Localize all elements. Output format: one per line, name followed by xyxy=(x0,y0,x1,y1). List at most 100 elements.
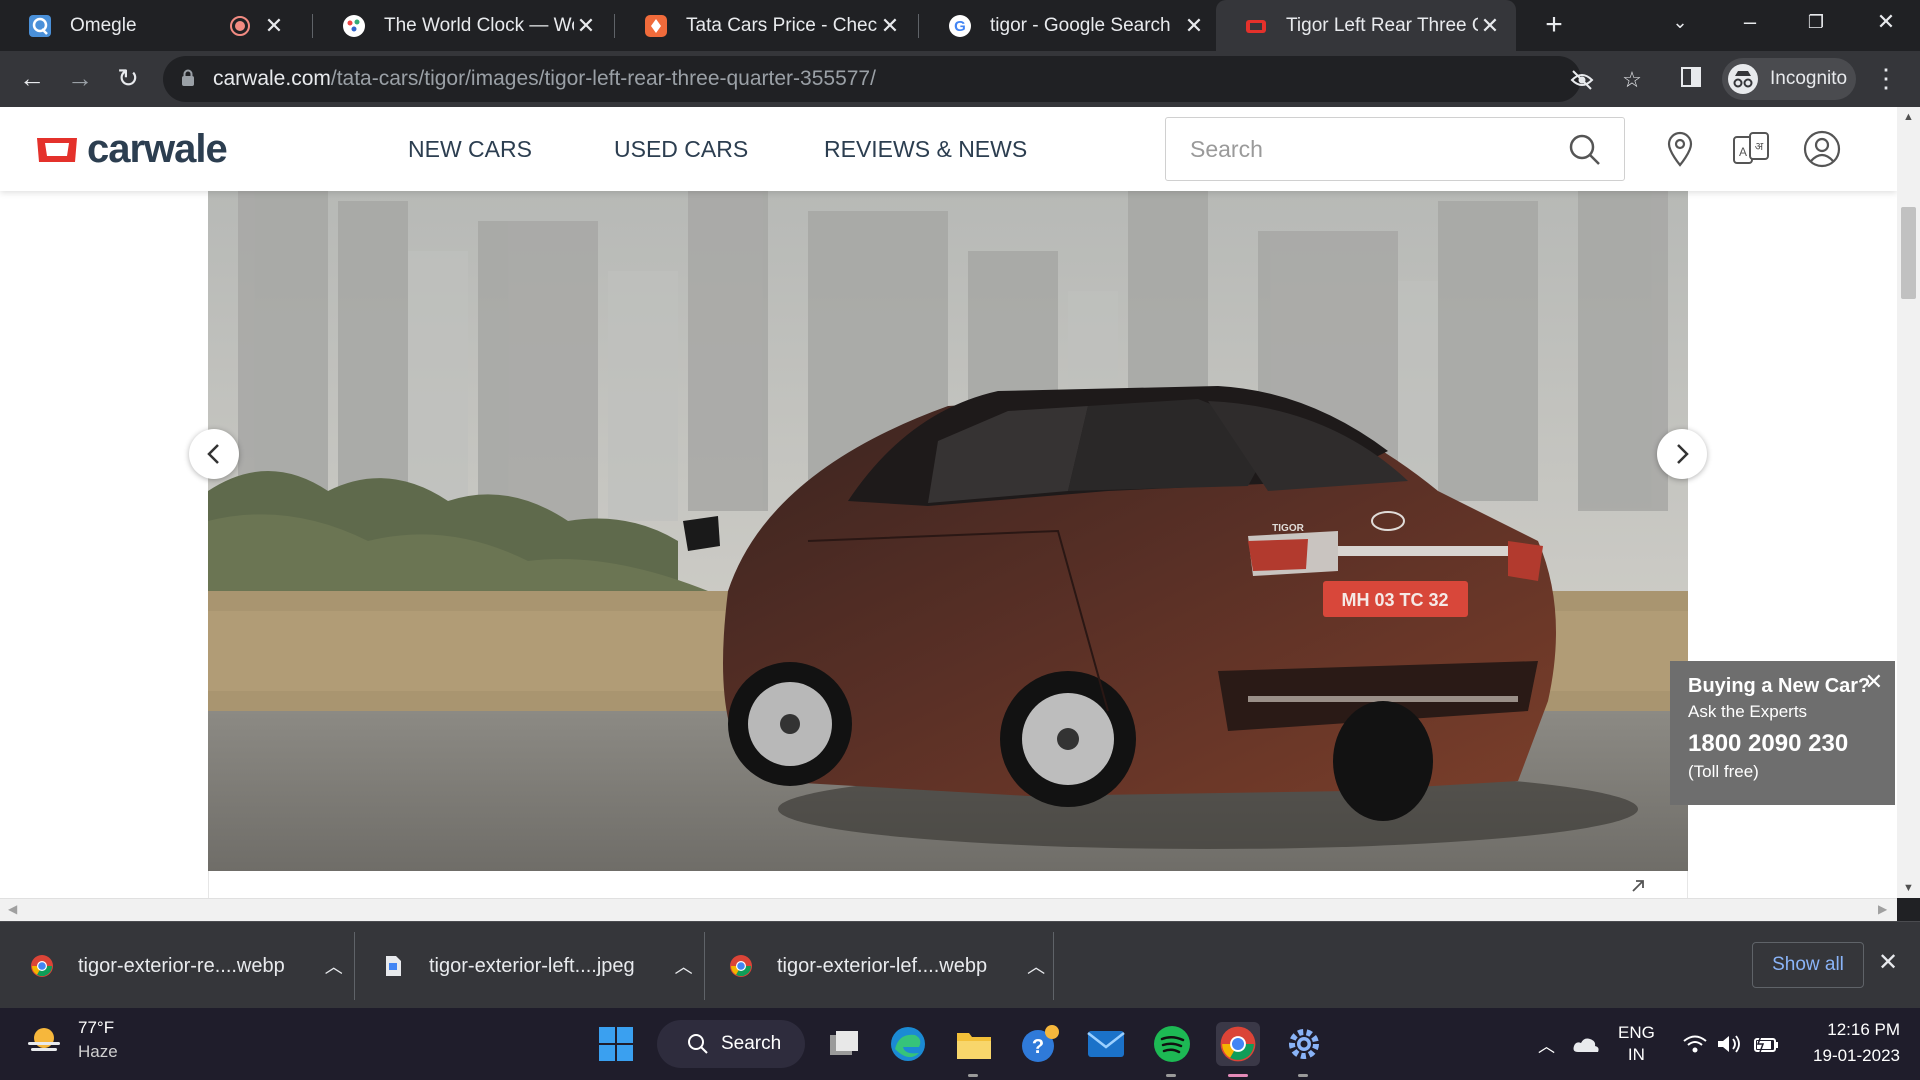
side-panel-icon[interactable] xyxy=(1678,66,1704,92)
tab-world-clock[interactable]: The World Clock — World ✕ xyxy=(314,0,612,51)
edge-browser-icon[interactable] xyxy=(886,1022,930,1066)
tab-title: The World Clock — World xyxy=(384,14,574,36)
active-app-indicator xyxy=(1228,1074,1248,1077)
onedrive-cloud-icon[interactable] xyxy=(1572,1008,1600,1080)
weather-widget[interactable]: 77°F Haze xyxy=(24,1018,118,1062)
windows-taskbar: 77°F Haze Search ? ︿ ENG IN 12:16 PM 19-… xyxy=(0,1008,1920,1080)
file-explorer-icon[interactable] xyxy=(952,1022,996,1066)
next-image-button[interactable] xyxy=(1657,429,1707,479)
carwale-logo[interactable]: carwale xyxy=(35,126,228,171)
download-item[interactable]: tigor-exterior-lef....webp ︿ xyxy=(729,934,1045,998)
forward-button[interactable]: → xyxy=(60,59,100,99)
battery-icon[interactable] xyxy=(1752,1008,1780,1080)
windows-start-icon[interactable] xyxy=(594,1022,638,1066)
page-viewport: carwale NEW CARS USED CARS REVIEWS & NEW… xyxy=(0,107,1897,898)
show-all-downloads-button[interactable]: Show all xyxy=(1752,942,1864,988)
new-tab-button[interactable]: + xyxy=(1536,8,1572,44)
tab-separator xyxy=(312,14,313,38)
running-indicator xyxy=(1298,1074,1308,1077)
tab-title: Tigor Left Rear Three Qua xyxy=(1286,14,1478,36)
chrome-taskbar-icon[interactable] xyxy=(1216,1022,1260,1066)
browser-toolbar: ← → ↻ carwale.com/tata-cars/tigor/images… xyxy=(0,51,1920,107)
download-item[interactable]: tigor-exterior-re....webp ︿ xyxy=(30,934,343,998)
tigor-left-rear-three-quarter-image: MH 03 TC 32 TIGOR xyxy=(208,191,1688,871)
tray-overflow-chevron-icon[interactable]: ︿ xyxy=(1538,1008,1555,1080)
tab-title: tigor - Google Search xyxy=(990,14,1171,36)
nav-new-cars[interactable]: NEW CARS xyxy=(408,107,532,191)
scroll-up-icon[interactable]: ▲ xyxy=(1897,111,1920,123)
tigor-badge-text: TIGOR xyxy=(1272,523,1304,534)
lang-top: ENG xyxy=(1618,1023,1655,1042)
task-view-icon[interactable] xyxy=(822,1022,866,1066)
incognito-label: Incognito xyxy=(1770,68,1848,89)
url-text: carwale.com/tata-cars/tigor/images/tigor… xyxy=(213,67,876,90)
recording-icon xyxy=(230,15,250,36)
reload-button[interactable]: ↻ xyxy=(108,59,148,99)
tab-tata-cars[interactable]: Tata Cars Price - Check Ta ✕ xyxy=(616,0,916,51)
running-indicator xyxy=(1166,1074,1176,1077)
horizontal-scrollbar[interactable]: ◀ ▶ xyxy=(0,898,1897,921)
weather-temperature: 77°F xyxy=(78,1018,115,1037)
incognito-profile-button[interactable]: Incognito xyxy=(1722,58,1856,100)
number-plate-text: MH 03 TC 32 xyxy=(1341,590,1448,610)
location-pin-icon[interactable] xyxy=(1658,127,1702,171)
chevron-up-icon[interactable]: ︿ xyxy=(675,953,693,979)
close-tab-icon[interactable]: ✕ xyxy=(878,13,902,39)
nav-reviews-news[interactable]: REVIEWS & NEWS xyxy=(824,107,1027,191)
address-bar[interactable]: carwale.com/tata-cars/tigor/images/tigor… xyxy=(163,56,1642,102)
tab-omegle[interactable]: Omegle ✕ xyxy=(0,0,300,51)
logo-text: carwale xyxy=(87,126,228,171)
lang-bottom: IN xyxy=(1627,1045,1645,1064)
weather-condition: Haze xyxy=(78,1042,118,1061)
close-tab-icon[interactable]: ✕ xyxy=(1182,13,1206,39)
browser-menu-icon[interactable]: ⋮ xyxy=(1866,59,1906,99)
popup-phone[interactable]: 1800 2090 230 xyxy=(1688,730,1877,758)
scroll-left-icon[interactable]: ◀ xyxy=(8,902,17,916)
bookmark-star-icon[interactable]: ☆ xyxy=(1619,67,1645,93)
svg-text:G: G xyxy=(954,18,966,35)
tab-search-chevron-icon[interactable]: ⌄ xyxy=(1650,0,1710,51)
wifi-icon[interactable] xyxy=(1682,1008,1708,1080)
user-account-icon[interactable] xyxy=(1800,127,1844,171)
previous-image-button[interactable] xyxy=(189,429,239,479)
site-header: carwale NEW CARS USED CARS REVIEWS & NEW… xyxy=(0,107,1897,191)
svg-text:?: ? xyxy=(1032,1036,1044,1058)
settings-gear-icon[interactable] xyxy=(1282,1022,1326,1066)
download-item[interactable]: tigor-exterior-left....jpeg ︿ xyxy=(381,934,693,998)
nav-used-cars[interactable]: USED CARS xyxy=(614,107,748,191)
language-icon[interactable]: Aअ xyxy=(1729,127,1773,171)
taskbar-search-label: Search xyxy=(721,1033,782,1054)
clock-time: 12:16 PM xyxy=(1827,1020,1900,1039)
close-tab-icon[interactable]: ✕ xyxy=(262,13,286,39)
download-separator xyxy=(354,932,355,1000)
back-button[interactable]: ← xyxy=(12,59,52,99)
vertical-scrollbar[interactable]: ▲ ▼ xyxy=(1897,107,1920,898)
taskbar-search-button[interactable]: Search xyxy=(657,1020,805,1068)
chevron-up-icon[interactable]: ︿ xyxy=(1027,953,1045,979)
site-search-box xyxy=(1165,117,1625,181)
close-popup-icon[interactable]: ✕ xyxy=(1865,669,1883,695)
mail-icon[interactable] xyxy=(1084,1022,1128,1066)
get-help-icon[interactable]: ? xyxy=(1018,1022,1062,1066)
minimize-button[interactable]: – xyxy=(1720,0,1780,51)
scroll-down-icon[interactable]: ▼ xyxy=(1897,882,1920,894)
close-tab-icon[interactable]: ✕ xyxy=(1478,13,1502,39)
close-shelf-icon[interactable]: ✕ xyxy=(1878,948,1898,977)
volume-icon[interactable] xyxy=(1716,1008,1742,1080)
close-window-button[interactable]: ✕ xyxy=(1856,0,1916,51)
tab-google-search[interactable]: G tigor - Google Search ✕ xyxy=(920,0,1220,51)
language-indicator[interactable]: ENG IN xyxy=(1618,1008,1655,1080)
download-shelf: tigor-exterior-re....webp ︿ tigor-exteri… xyxy=(0,921,1920,1008)
site-search-input[interactable] xyxy=(1190,118,1560,180)
scroll-right-icon[interactable]: ▶ xyxy=(1878,902,1887,916)
restore-button[interactable]: ❐ xyxy=(1786,0,1846,51)
chevron-up-icon[interactable]: ︿ xyxy=(325,953,343,979)
spotify-icon[interactable] xyxy=(1150,1022,1194,1066)
system-clock[interactable]: 12:16 PM 19-01-2023 xyxy=(1800,1020,1900,1066)
eye-off-icon[interactable] xyxy=(1569,67,1595,93)
close-tab-icon[interactable]: ✕ xyxy=(574,13,598,39)
scrollbar-thumb[interactable] xyxy=(1901,207,1916,299)
search-icon[interactable] xyxy=(1568,133,1602,167)
expand-icon[interactable] xyxy=(1629,877,1647,895)
tab-tigor-active[interactable]: Tigor Left Rear Three Qua ✕ xyxy=(1216,0,1516,51)
